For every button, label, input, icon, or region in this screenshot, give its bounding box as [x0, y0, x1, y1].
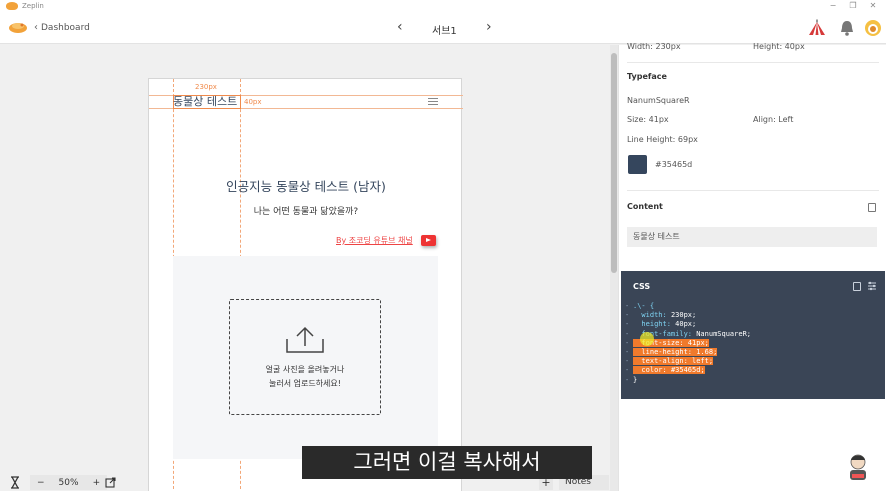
text-color-hex[interactable]: #35465d	[655, 160, 692, 169]
chevron-left-icon: ‹	[34, 22, 38, 33]
css-value-line-height: 1.68;	[696, 348, 718, 357]
youtube-link-layer[interactable]: By 조코딩 유튜브 채널	[336, 235, 413, 246]
window-titlebar: Zeplin − ❐ ✕	[0, 0, 886, 12]
zeplin-logo-icon	[9, 23, 27, 33]
divider	[627, 62, 879, 63]
css-prop-line-height: line-height:	[633, 348, 697, 357]
copy-content-icon[interactable]	[868, 203, 876, 212]
circus-tent-icon[interactable]	[808, 19, 826, 37]
divider	[627, 190, 879, 191]
minimize-icon[interactable]: −	[826, 0, 840, 12]
font-size: Size: 41px	[627, 115, 669, 124]
css-code-panel: CSS - .\- { - width: 230px; - height: 40p…	[621, 271, 885, 399]
layer-width: Width: 230px	[627, 42, 681, 51]
external-link-icon[interactable]	[105, 477, 116, 488]
upload-line-2: 눌러서 업로드하세요!	[269, 379, 341, 388]
line-height: Line Height: 69px	[627, 135, 698, 144]
css-value-font-family: NanumSquareR;	[696, 329, 752, 338]
copy-css-icon[interactable]	[853, 282, 861, 291]
css-prop-color: color:	[633, 366, 671, 375]
zeplin-small-logo-icon	[6, 2, 18, 10]
css-line-selector: .\- {	[633, 302, 655, 310]
upload-area-layer[interactable]: 얼굴 사진을 올려놓거나 눌러서 업로드하세요!	[173, 256, 438, 459]
video-subtitle: 그러면 이걸 복사해서	[302, 446, 592, 479]
toolbar: ‹ Dashboard ‹ 서브1 ›	[0, 12, 886, 44]
zoom-control: − 50% +	[30, 475, 108, 490]
upload-instructions: 얼굴 사진을 올려놓거나 눌러서 업로드하세요!	[230, 363, 380, 391]
app-name: Zeplin	[22, 2, 44, 10]
back-to-dashboard-link[interactable]: ‹ Dashboard	[34, 22, 90, 33]
user-avatar-icon[interactable]	[864, 19, 882, 37]
text-color-swatch[interactable]	[628, 155, 647, 174]
design-canvas[interactable]: 230px 40px 동물상 테스트 인공지능 동물상 테스트 (남자) 나는 …	[0, 45, 610, 491]
css-settings-icon[interactable]	[867, 281, 877, 291]
upload-dropzone-layer[interactable]: 얼굴 사진을 올려놓거나 눌러서 업로드하세요!	[229, 299, 381, 415]
scrollbar-thumb[interactable]	[611, 53, 617, 273]
css-value-height: 40px;	[675, 320, 697, 329]
hourglass-icon[interactable]	[9, 476, 21, 489]
layer-height: Height: 40px	[753, 42, 805, 51]
css-section-title: CSS	[633, 282, 651, 291]
hamburger-menu-icon[interactable]	[428, 98, 438, 107]
upload-arrow-icon	[286, 326, 324, 353]
inspector-panel: Width: 230px Height: 40px Typeface Nanum…	[618, 42, 886, 491]
height-measurement: 40px	[244, 98, 262, 106]
main-heading-layer[interactable]: 인공지능 동물상 테스트 (남자)	[149, 176, 463, 195]
streamer-avatar-icon	[850, 454, 866, 480]
css-line-close: }	[633, 375, 638, 384]
dashboard-label: Dashboard	[41, 22, 90, 33]
content-value-box[interactable]: 동물상 테스트	[627, 227, 877, 247]
width-measurement: 230px	[195, 83, 217, 91]
typeface-section-title: Typeface	[627, 72, 667, 81]
screen-title: 서브1	[432, 26, 457, 37]
youtube-play-icon[interactable]	[421, 235, 436, 246]
css-value-color: #35465d;	[670, 366, 705, 375]
zoom-level: 50%	[58, 477, 79, 488]
css-prop-text-align: text-align:	[633, 357, 693, 366]
next-screen-button[interactable]: ›	[486, 19, 492, 35]
artboard[interactable]: 230px 40px 동물상 테스트 인공지능 동물상 테스트 (남자) 나는 …	[148, 78, 463, 491]
notification-bell-icon[interactable]	[838, 19, 856, 37]
zoom-in-button[interactable]: +	[86, 478, 108, 488]
font-name: NanumSquareR	[627, 96, 690, 105]
canvas-scrollbar[interactable]	[610, 45, 618, 491]
css-prop-width: width:	[633, 311, 671, 320]
upload-line-1: 얼굴 사진을 올려놓거나	[265, 365, 345, 374]
css-value-text-align: left;	[692, 357, 714, 366]
zoom-out-button[interactable]: −	[30, 478, 52, 488]
previous-screen-button[interactable]: ‹	[397, 19, 403, 35]
content-section-title: Content	[627, 202, 663, 211]
mouse-cursor-highlight	[640, 332, 654, 346]
css-value-font-size: 41px;	[687, 338, 709, 347]
css-prop-height: height:	[633, 320, 676, 329]
close-icon[interactable]: ✕	[866, 0, 880, 12]
header-title-layer[interactable]: 동물상 테스트	[173, 95, 237, 109]
maximize-icon[interactable]: ❐	[846, 0, 860, 12]
subheading-layer[interactable]: 나는 어떤 동물과 닮았을까?	[149, 204, 463, 217]
css-value-width: 230px;	[670, 311, 697, 320]
text-align: Align: Left	[753, 115, 794, 124]
